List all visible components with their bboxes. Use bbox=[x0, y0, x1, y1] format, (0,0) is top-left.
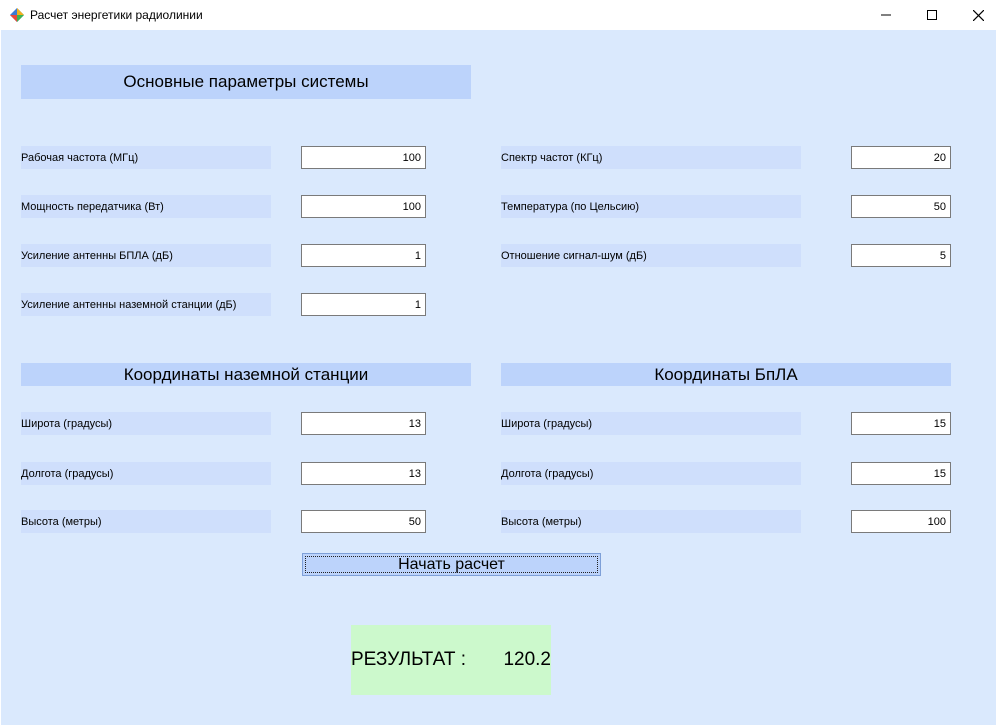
uav-gain-input[interactable] bbox=[301, 244, 426, 267]
temperature-input[interactable] bbox=[851, 195, 951, 218]
frequency-input[interactable] bbox=[301, 146, 426, 169]
tx-power-label: Мощность передатчика (Вт) bbox=[21, 195, 271, 218]
section-system-params: Основные параметры системы bbox=[21, 65, 471, 99]
minimize-button[interactable] bbox=[863, 0, 909, 30]
maximize-button[interactable] bbox=[909, 0, 955, 30]
result-label: РЕЗУЛЬТАТ : bbox=[351, 649, 466, 670]
result-value: 120.2 bbox=[503, 649, 551, 670]
ground-lat-input[interactable] bbox=[301, 412, 426, 435]
start-calculation-label: Начать расчет bbox=[305, 556, 598, 573]
tx-power-input[interactable] bbox=[301, 195, 426, 218]
section-uav-coords: Координаты БпЛА bbox=[501, 363, 951, 386]
snr-input[interactable] bbox=[851, 244, 951, 267]
uav-lat-input[interactable] bbox=[851, 412, 951, 435]
maximize-icon bbox=[927, 10, 937, 20]
section-ground-coords: Координаты наземной станции bbox=[21, 363, 471, 386]
uav-lon-input[interactable] bbox=[851, 462, 951, 485]
window-title: Расчет энергетики радиолинии bbox=[30, 8, 203, 22]
frequency-label: Рабочая частота (МГц) bbox=[21, 146, 271, 169]
close-icon bbox=[972, 9, 984, 21]
client-area: Основные параметры системы Рабочая часто… bbox=[1, 30, 996, 725]
ground-alt-label: Высота (метры) bbox=[21, 510, 271, 533]
spectrum-label: Спектр частот (КГц) bbox=[501, 146, 801, 169]
minimize-icon bbox=[881, 14, 891, 16]
result-panel: РЕЗУЛЬТАТ : 120.2 bbox=[351, 625, 551, 695]
start-calculation-button[interactable]: Начать расчет bbox=[302, 553, 601, 576]
uav-lon-label: Долгота (градусы) bbox=[501, 462, 801, 485]
colorful-diamond-icon bbox=[10, 8, 24, 22]
ground-gain-input[interactable] bbox=[301, 293, 426, 316]
uav-lat-label: Широта (градусы) bbox=[501, 412, 801, 435]
spectrum-input[interactable] bbox=[851, 146, 951, 169]
ground-gain-label: Усиление антенны наземной станции (дБ) bbox=[21, 293, 271, 316]
ground-lon-input[interactable] bbox=[301, 462, 426, 485]
uav-gain-label: Усиление антенны БПЛА (дБ) bbox=[21, 244, 271, 267]
close-button[interactable] bbox=[955, 0, 997, 30]
ground-alt-input[interactable] bbox=[301, 510, 426, 533]
temperature-label: Температура (по Цельсию) bbox=[501, 195, 801, 218]
snr-label: Отношение сигнал-шум (дБ) bbox=[501, 244, 801, 267]
title-bar: Расчет энергетики радиолинии bbox=[0, 0, 997, 30]
ground-lat-label: Широта (градусы) bbox=[21, 412, 271, 435]
uav-alt-label: Высота (метры) bbox=[501, 510, 801, 533]
uav-alt-input[interactable] bbox=[851, 510, 951, 533]
ground-lon-label: Долгота (градусы) bbox=[21, 462, 271, 485]
